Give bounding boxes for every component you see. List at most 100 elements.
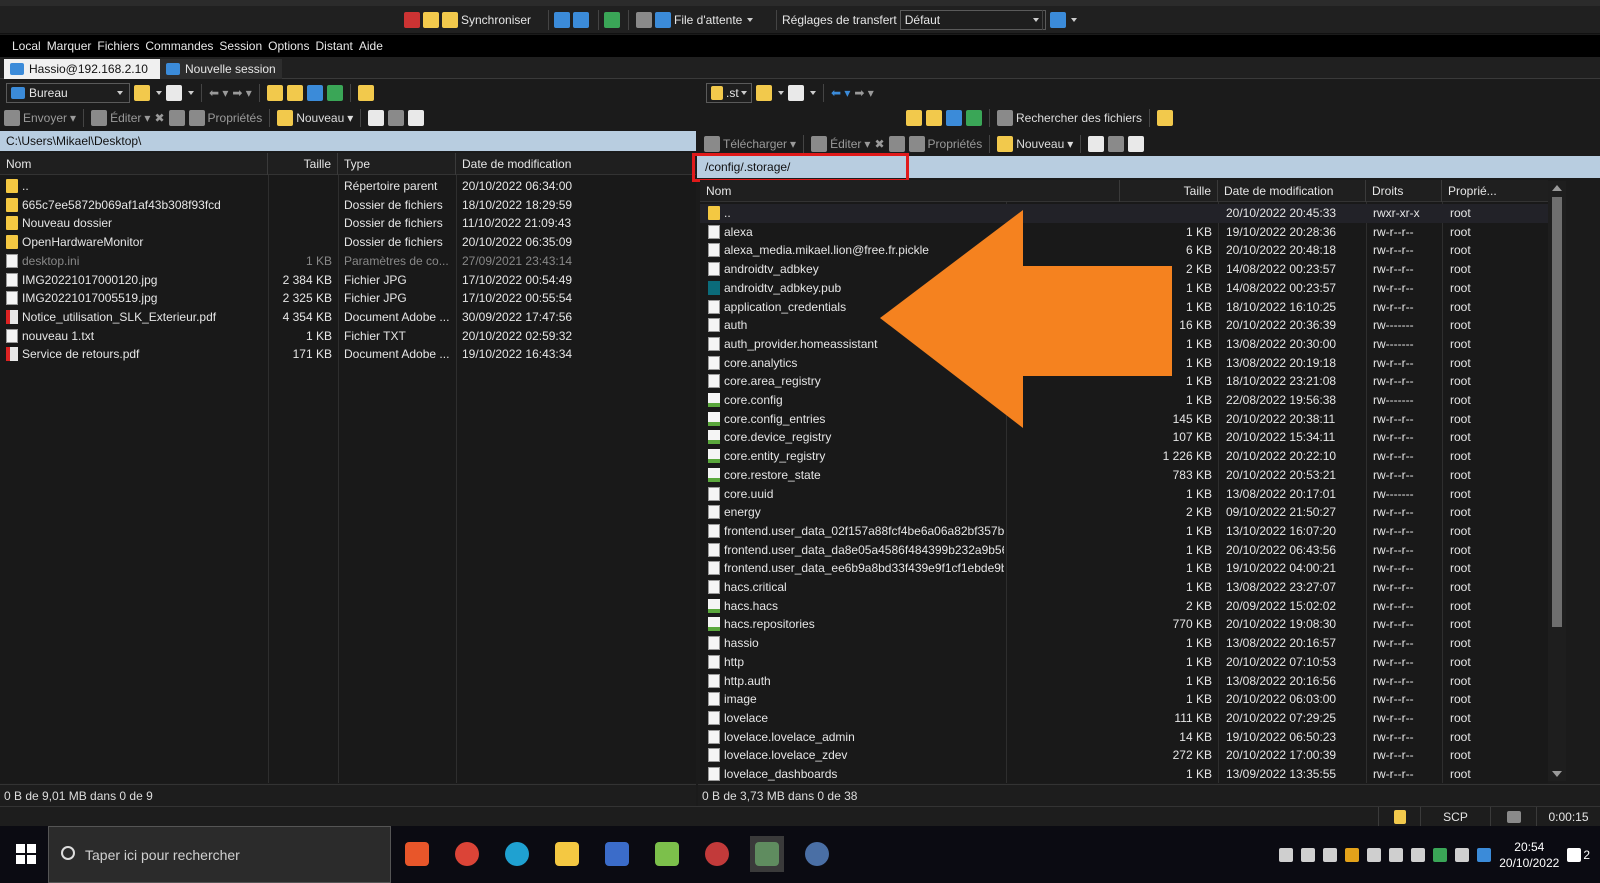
winscp-app[interactable] bbox=[750, 836, 784, 872]
delete-button[interactable]: ✖ bbox=[874, 137, 884, 151]
table-row[interactable]: frontend.user_data_ee6b9a8bd33f439e9f1cf… bbox=[700, 559, 1548, 578]
menu-distant[interactable]: Distant bbox=[315, 39, 352, 53]
new-button[interactable]: Nouveau ▾ bbox=[997, 136, 1073, 152]
col-modified[interactable]: Date de modification bbox=[456, 153, 696, 175]
notepad-app[interactable] bbox=[650, 836, 684, 872]
queue-button[interactable]: File d'attente bbox=[674, 13, 742, 27]
tray-icon-1[interactable] bbox=[1279, 847, 1294, 862]
download-button[interactable]: Télécharger ▾ bbox=[704, 136, 796, 152]
chevron-down-icon[interactable] bbox=[1071, 18, 1077, 22]
transfer-settings-select[interactable]: Défaut bbox=[899, 10, 1046, 30]
properties-button[interactable]: Propriétés bbox=[908, 136, 982, 152]
open-folder-icon[interactable] bbox=[134, 85, 150, 101]
compare-dirs-icon[interactable] bbox=[404, 12, 420, 28]
chevron-down-icon[interactable] bbox=[188, 91, 194, 95]
transfer-presets-icon[interactable] bbox=[1050, 12, 1066, 28]
edge-app[interactable] bbox=[500, 836, 534, 872]
tray-icon-6[interactable] bbox=[1389, 847, 1404, 862]
deselect-icon[interactable] bbox=[1108, 136, 1125, 152]
home-icon[interactable] bbox=[946, 110, 962, 126]
filter-icon[interactable] bbox=[1128, 136, 1145, 152]
table-row[interactable]: Notice_utilisation_SLK_Exterieur.pdf 4 35… bbox=[0, 308, 696, 327]
menu-marquer[interactable]: Marquer bbox=[47, 39, 92, 53]
left-location-select[interactable]: Bureau bbox=[6, 83, 130, 103]
table-row[interactable]: IMG20221017005519.jpg 2 325 KB Fichier JPG… bbox=[0, 289, 696, 308]
paint-app[interactable] bbox=[700, 836, 734, 872]
table-row[interactable]: nouveau 1.txt 1 KB Fichier TXT 20/10/2022 0… bbox=[0, 327, 696, 346]
table-row[interactable]: OpenHardwareMonitor Dossier de fichiers 20… bbox=[0, 233, 696, 252]
menu-commandes[interactable]: Commandes bbox=[145, 39, 213, 53]
table-row[interactable]: lovelace 111 KB 20/10/2022 07:29:25 rw-r--r… bbox=[700, 709, 1548, 728]
select-all-icon[interactable] bbox=[368, 110, 385, 126]
table-row[interactable]: frontend.user_data_02f157a88fcf4be6a06a8… bbox=[700, 522, 1548, 541]
table-row[interactable]: lovelace.lovelace_zdev 272 KB 20/10/2022 1… bbox=[700, 746, 1548, 765]
security-icon[interactable] bbox=[1433, 847, 1448, 862]
sync-browse-icon[interactable] bbox=[423, 12, 439, 28]
tray-icon-7[interactable] bbox=[1455, 847, 1470, 862]
queue-icon[interactable] bbox=[655, 12, 671, 28]
table-row[interactable]: 665c7ee5872b069af1af43b308f93fcd Dossier … bbox=[0, 196, 696, 215]
edit-button[interactable]: Éditer ▾ bbox=[91, 110, 150, 126]
table-row[interactable]: frontend.user_data_da8e05a4586f484399b23… bbox=[700, 541, 1548, 560]
back-button[interactable]: ⬅ ▾ bbox=[209, 86, 228, 100]
spreadsheet-icon[interactable] bbox=[604, 12, 620, 28]
menu-session[interactable]: Session bbox=[219, 39, 262, 53]
putty-icon[interactable] bbox=[573, 12, 589, 28]
taskbar-search-input[interactable]: Taper ici pour rechercher bbox=[48, 826, 391, 883]
menu-fichiers[interactable]: Fichiers bbox=[97, 39, 139, 53]
delete-button[interactable]: ✖ bbox=[154, 111, 164, 125]
windows-start-icon[interactable] bbox=[16, 844, 36, 864]
col-name[interactable]: Nom bbox=[700, 180, 1120, 202]
forward-button[interactable]: ➡ ▾ bbox=[854, 86, 873, 100]
table-row[interactable]: hassio 1 KB 13/08/2022 20:16:57 rw-r--r-- ro… bbox=[700, 634, 1548, 653]
table-row[interactable]: lovelace_dashboards 1 KB 13/09/2022 13:35:… bbox=[700, 765, 1548, 783]
chevron-down-icon[interactable] bbox=[810, 91, 816, 95]
properties-button[interactable]: Propriétés bbox=[188, 110, 262, 126]
scroll-thumb[interactable] bbox=[1552, 197, 1562, 627]
col-size[interactable]: Taille bbox=[1120, 180, 1218, 202]
parent-dir-icon[interactable] bbox=[906, 110, 922, 126]
rename-button[interactable] bbox=[168, 110, 185, 126]
root-dir-icon[interactable] bbox=[286, 85, 303, 101]
menu-local[interactable]: Local bbox=[12, 39, 41, 53]
rename-button[interactable] bbox=[888, 136, 905, 152]
vscode-app[interactable] bbox=[800, 836, 834, 872]
col-owner[interactable]: Proprié... bbox=[1442, 180, 1548, 202]
tab-hassio-session[interactable]: Hassio@192.168.2.10 ✕ bbox=[4, 59, 175, 79]
table-row[interactable]: hacs.critical 1 KB 13/08/2022 23:27:07 rw-r… bbox=[700, 578, 1548, 597]
col-modified[interactable]: Date de modification bbox=[1218, 180, 1366, 202]
tray-icon-2[interactable] bbox=[1301, 847, 1316, 862]
tray-icon-3[interactable] bbox=[1323, 847, 1338, 862]
parent-dir-icon[interactable] bbox=[266, 85, 283, 101]
synchronize-button[interactable]: Synchroniser bbox=[461, 13, 531, 27]
filter-icon[interactable] bbox=[408, 110, 425, 126]
new-button[interactable]: Nouveau ▾ bbox=[277, 110, 353, 126]
volume-icon[interactable] bbox=[1411, 847, 1426, 862]
menu-options[interactable]: Options bbox=[268, 39, 309, 53]
table-row[interactable]: image 1 KB 20/10/2022 06:03:00 rw-r--r-- roo… bbox=[700, 690, 1548, 709]
col-type[interactable]: Type bbox=[338, 153, 456, 175]
network-app[interactable] bbox=[600, 836, 634, 872]
table-row[interactable]: hacs.hacs 2 KB 20/09/2022 15:02:02 rw-r--r-… bbox=[700, 597, 1548, 616]
scroll-up-icon[interactable] bbox=[1552, 185, 1562, 191]
select-all-icon[interactable] bbox=[1088, 136, 1105, 152]
find-icon[interactable] bbox=[1157, 110, 1174, 126]
right-location-select[interactable]: .st bbox=[706, 83, 752, 103]
table-row[interactable]: core.uuid 1 KB 13/08/2022 20:17:01 rw------… bbox=[700, 485, 1548, 504]
table-row[interactable]: energy 2 KB 09/10/2022 21:50:27 rw-r--r-- ro… bbox=[700, 503, 1548, 522]
synchronize-icon[interactable] bbox=[442, 12, 458, 28]
root-dir-icon[interactable] bbox=[926, 110, 942, 126]
refresh-icon[interactable] bbox=[326, 85, 343, 101]
chevron-down-icon[interactable] bbox=[747, 18, 754, 22]
tab-new-session[interactable]: Nouvelle session bbox=[160, 59, 282, 79]
deselect-icon[interactable] bbox=[388, 110, 405, 126]
explorer-app[interactable] bbox=[550, 836, 584, 872]
table-row[interactable]: IMG20221017000120.jpg 2 384 KB Fichier JPG… bbox=[0, 271, 696, 290]
open-folder-icon[interactable] bbox=[756, 85, 772, 101]
table-row[interactable]: Service de retours.pdf 171 KB Document Ado… bbox=[0, 345, 696, 364]
table-row[interactable]: http.auth 1 KB 13/08/2022 20:16:56 rw-r--r-… bbox=[700, 672, 1548, 691]
table-row[interactable]: Nouveau dossier Dossier de fichiers 11/10/… bbox=[0, 214, 696, 233]
col-rights[interactable]: Droits bbox=[1366, 180, 1442, 202]
back-button[interactable]: ⬅ ▾ bbox=[831, 86, 850, 100]
table-row[interactable]: core.restore_state 783 KB 20/10/2022 20:53… bbox=[700, 466, 1548, 485]
